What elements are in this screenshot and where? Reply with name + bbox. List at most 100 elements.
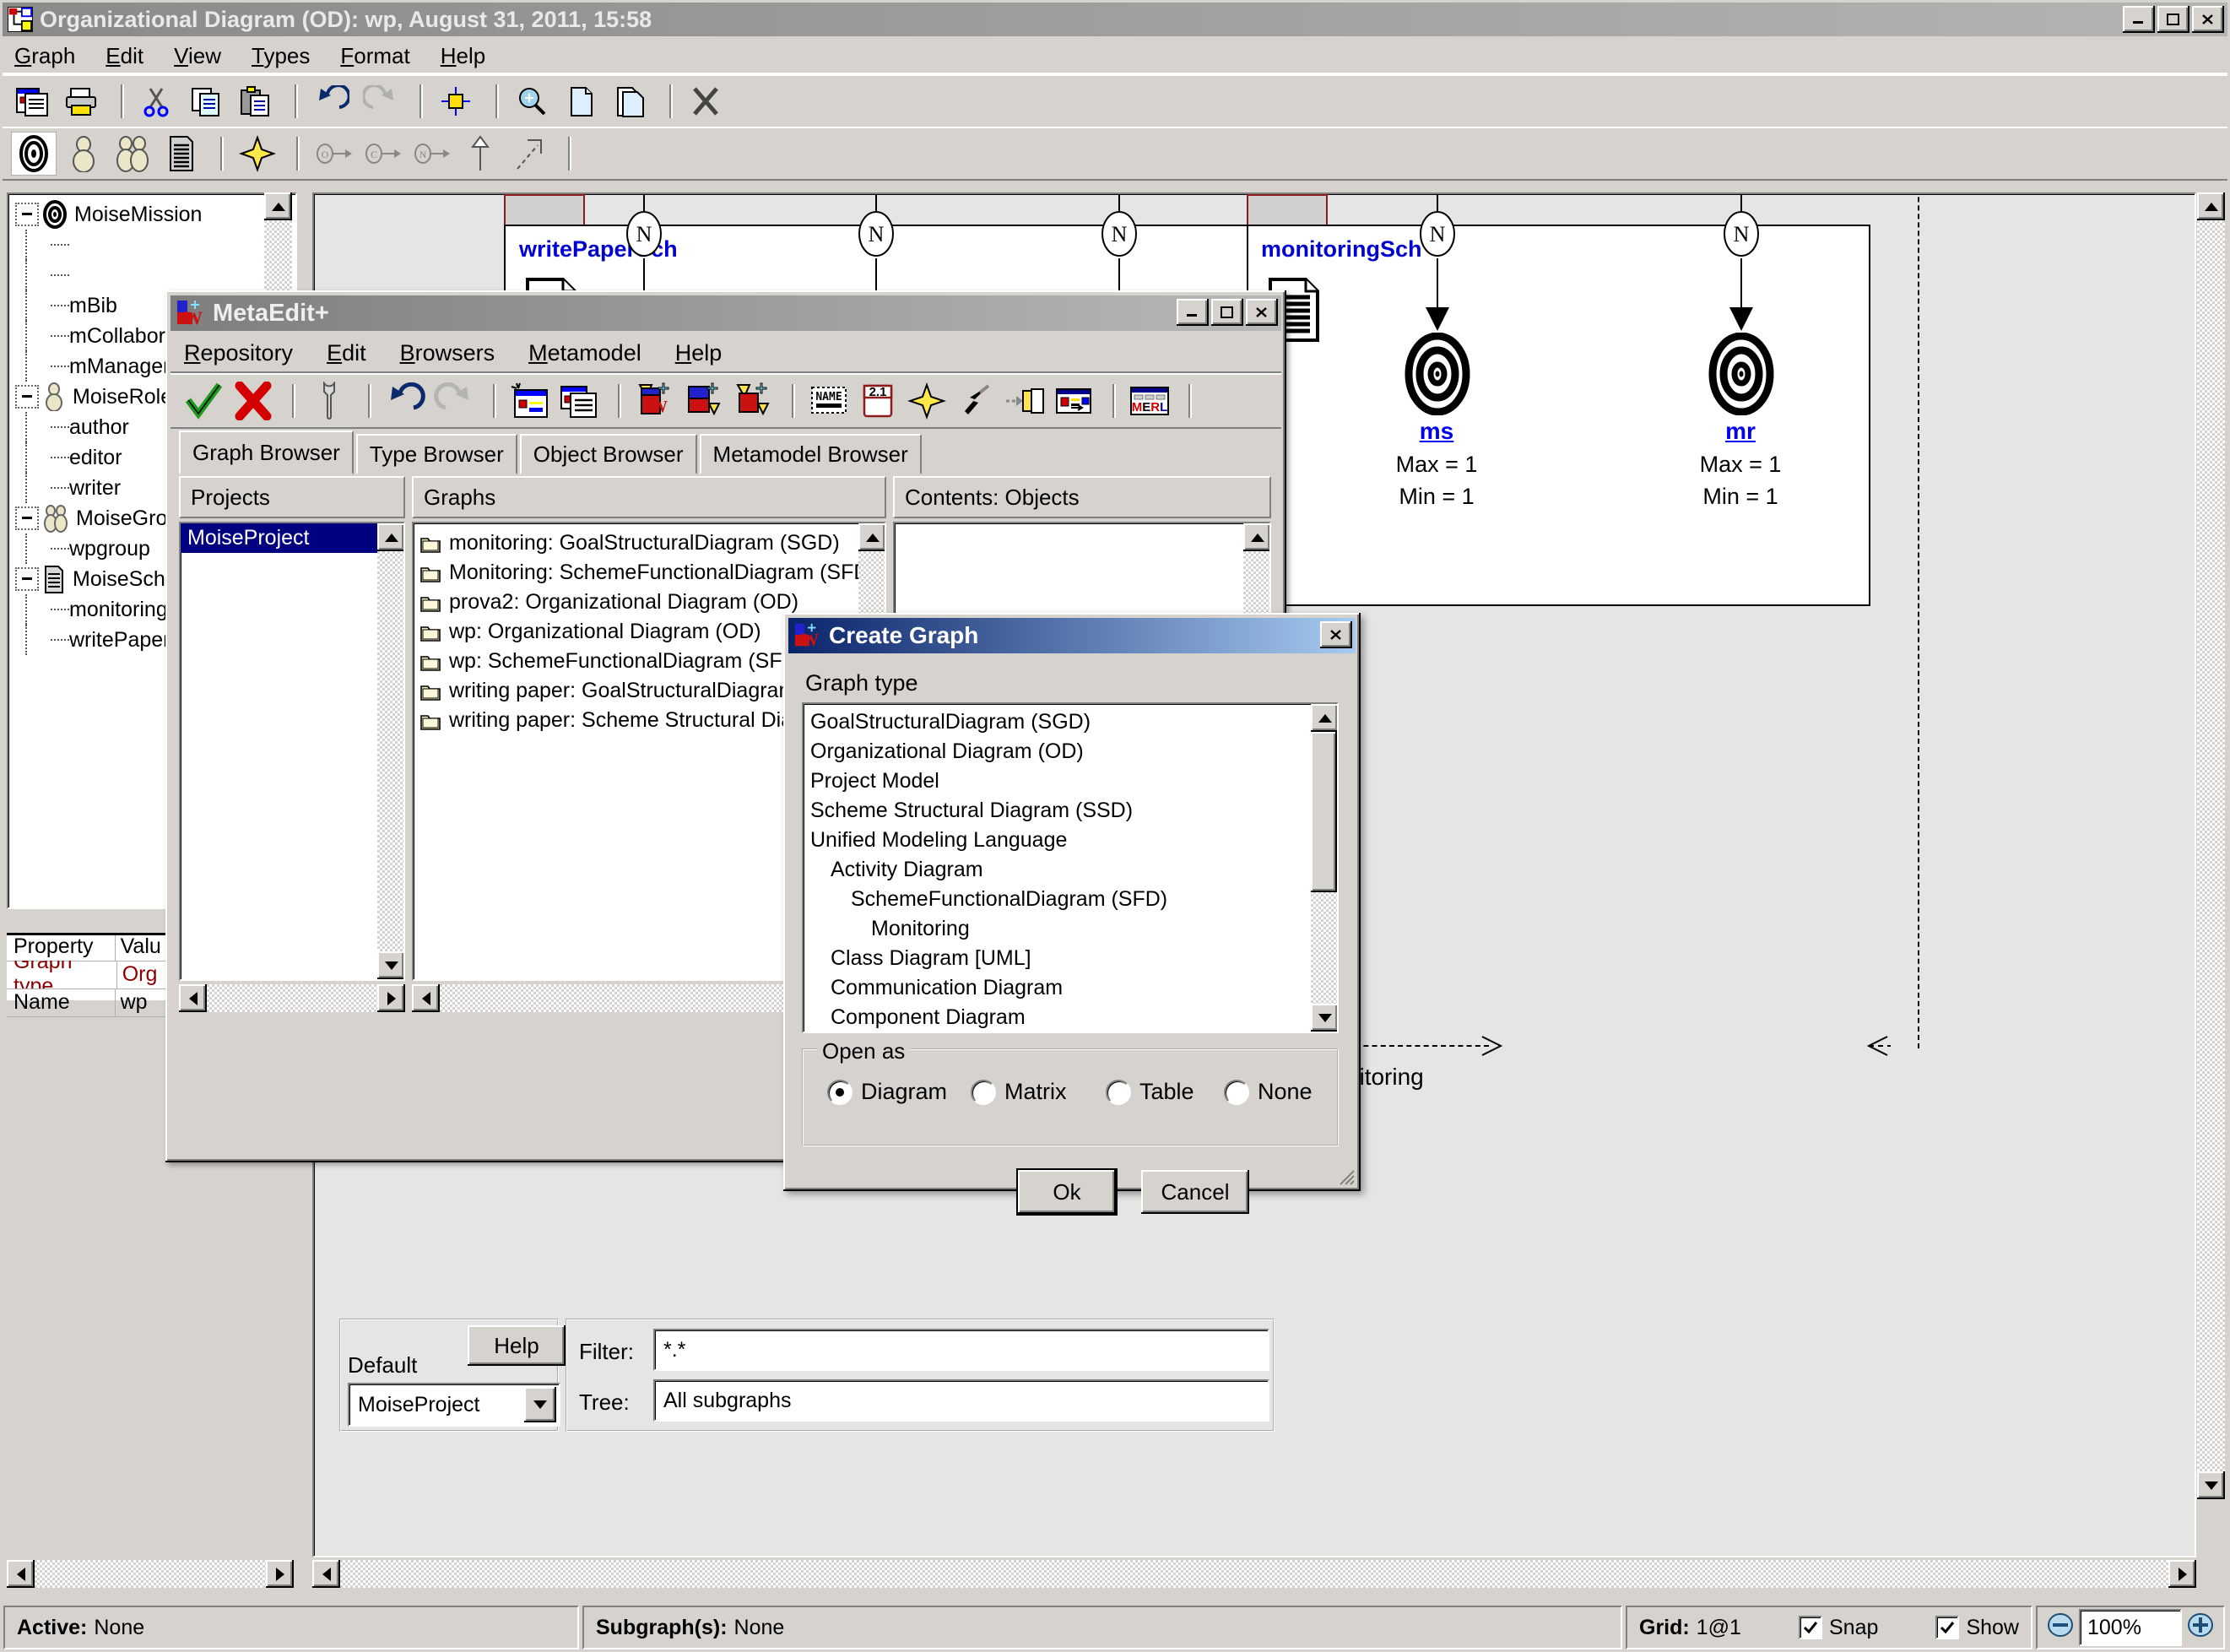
norm-relation-icon[interactable]: N [409, 133, 453, 175]
menu-view[interactable]: View [174, 43, 221, 69]
mission-icon[interactable] [11, 132, 57, 176]
radio-matrix[interactable]: Matrix [971, 1079, 1106, 1105]
graphs-scroll-left-button[interactable] [412, 984, 440, 1012]
tree-input[interactable]: All subgraphs [653, 1379, 1269, 1422]
graph-type-item[interactable]: Activity Diagram [804, 855, 1337, 885]
table-row[interactable]: Name wp [7, 988, 176, 1017]
goal-icon-mr[interactable] [1708, 332, 1774, 421]
canvas-vertical-scrollbar[interactable] [2197, 192, 2225, 1557]
table-row[interactable]: Graph type Org [7, 960, 176, 989]
graph-type-item[interactable]: GoalStructuralDiagram (SGD) [804, 707, 1337, 737]
monitoringsch-tab[interactable] [1247, 194, 1328, 228]
tree-expander-icon[interactable] [15, 385, 39, 409]
tree-expander-icon[interactable] [15, 506, 39, 530]
cancel-button[interactable]: Cancel [1141, 1170, 1249, 1214]
undo-icon[interactable] [310, 80, 354, 122]
radio-table-indicator[interactable] [1106, 1079, 1131, 1105]
radio-none-indicator[interactable] [1224, 1079, 1249, 1105]
metaedit-menu-edit[interactable]: Edit [327, 340, 366, 366]
new-graph-icon[interactable] [508, 380, 552, 422]
tools-icon[interactable] [307, 380, 351, 422]
projects-list[interactable]: MoiseProject [179, 522, 405, 981]
graph-type-scrollbar[interactable] [1311, 704, 1337, 1032]
help-button[interactable]: Help [468, 1325, 566, 1366]
graphs-scroll-up-button[interactable] [858, 523, 885, 551]
show-checkbox[interactable] [1935, 1616, 1960, 1639]
radio-none[interactable]: None [1224, 1079, 1313, 1105]
metaedit-close-button[interactable] [1246, 299, 1278, 326]
graph-item[interactable]: Monitoring: SchemeFunctionalDiagram (SFD… [414, 558, 885, 588]
canvas-scroll-down-button[interactable] [2197, 1471, 2225, 1499]
maximize-button[interactable] [2157, 6, 2189, 33]
metaedit-menu-repository[interactable]: Repository [184, 340, 293, 366]
scheme-icon[interactable] [160, 133, 203, 175]
graph-type-item[interactable]: Communication Diagram [804, 973, 1337, 1003]
goal-icon-ms[interactable] [1405, 332, 1470, 421]
graph-type-scroll-up-button[interactable] [1311, 704, 1337, 732]
contents-scroll-up-button[interactable] [1243, 523, 1269, 551]
copy-graph-icon[interactable] [557, 380, 601, 422]
radio-diagram-indicator[interactable] [827, 1079, 852, 1105]
projects-scrollbar[interactable] [377, 523, 403, 979]
tree-scroll-track-h[interactable] [35, 1560, 266, 1588]
goal-name-mr[interactable]: mr [1664, 418, 1816, 445]
link-arrow-icon[interactable] [507, 133, 551, 175]
tab-object-browser[interactable]: Object Browser [519, 434, 697, 474]
graph-type-item[interactable]: Class Diagram [UML] [804, 944, 1337, 973]
graph-type-item[interactable]: Monitoring [804, 914, 1337, 944]
menu-types[interactable]: Types [252, 43, 310, 69]
metaedit-minimize-button[interactable] [1177, 299, 1209, 326]
tree-scroll-right-button[interactable] [266, 1560, 294, 1588]
chevron-down-icon[interactable] [524, 1387, 556, 1422]
snap-grid-icon[interactable] [435, 80, 479, 122]
radio-table[interactable]: Table [1106, 1079, 1224, 1105]
redo-icon[interactable] [432, 380, 476, 422]
menu-format[interactable]: Format [340, 43, 409, 69]
properties-icon[interactable] [11, 80, 55, 122]
snap-checkbox-group[interactable]: Snap [1798, 1616, 1878, 1640]
pointer-icon[interactable] [954, 380, 998, 422]
inheritance-arrow-icon[interactable] [458, 133, 502, 175]
reject-icon[interactable] [231, 380, 275, 422]
new-doc-icon[interactable] [560, 80, 604, 122]
menu-help[interactable]: Help [441, 43, 485, 69]
close-button[interactable] [2192, 6, 2224, 33]
project-item[interactable]: MoiseProject [181, 523, 403, 553]
graph-type-item[interactable]: Project Model [804, 766, 1337, 796]
canvas-scroll-track-v[interactable] [2197, 220, 2225, 1471]
property-grid[interactable]: Property Valu Graph type Org Name wp [7, 932, 176, 1017]
graph-type-item[interactable]: SchemeFunctionalDiagram (SFD) [804, 885, 1337, 914]
zoom-icon[interactable] [511, 80, 555, 122]
tab-graph-browser[interactable]: Graph Browser [179, 431, 354, 474]
canvas-scroll-right-button[interactable] [2168, 1560, 2196, 1588]
radio-matrix-indicator[interactable] [971, 1079, 996, 1105]
open-doc-icon[interactable] [609, 80, 652, 122]
cut-icon[interactable] [136, 80, 180, 122]
redo-icon[interactable] [359, 80, 403, 122]
radio-diagram[interactable]: Diagram [827, 1079, 971, 1105]
tab-type-browser[interactable]: Type Browser [355, 434, 517, 474]
show-checkbox-group[interactable]: Show [1935, 1616, 2019, 1640]
minimize-button[interactable] [2123, 6, 2155, 33]
version-icon[interactable]: 2.1 [856, 380, 900, 422]
projects-scroll-track[interactable] [377, 551, 403, 951]
zoom-level-combo[interactable]: 100% [2079, 1609, 2182, 1646]
metaedit-menu-help[interactable]: Help [675, 340, 723, 366]
menu-edit[interactable]: Edit [106, 43, 143, 69]
projects-scroll-track-h[interactable] [207, 984, 377, 1012]
export2-icon[interactable] [731, 380, 775, 422]
graph-type-scroll-down-button[interactable] [1311, 1004, 1337, 1032]
tree-scroll-up-button[interactable] [264, 192, 292, 220]
obligation-relation-icon[interactable]: O [311, 133, 355, 175]
tree-expander-icon[interactable] [15, 567, 39, 591]
metaedit-menu-metamodel[interactable]: Metamodel [528, 340, 641, 366]
delete-icon[interactable] [685, 80, 728, 122]
canvas-scroll-left-button[interactable] [312, 1560, 340, 1588]
projects-scroll-left-button[interactable] [179, 984, 207, 1012]
create-graph-dialog[interactable]: W Create Graph Graph type GoalStructural… [783, 613, 1361, 1214]
tree-horizontal-scrollbar[interactable] [7, 1560, 294, 1588]
import-icon[interactable]: W [633, 380, 677, 422]
role-icon[interactable] [62, 133, 106, 175]
export-icon[interactable] [682, 380, 726, 422]
print-icon[interactable] [60, 80, 104, 122]
